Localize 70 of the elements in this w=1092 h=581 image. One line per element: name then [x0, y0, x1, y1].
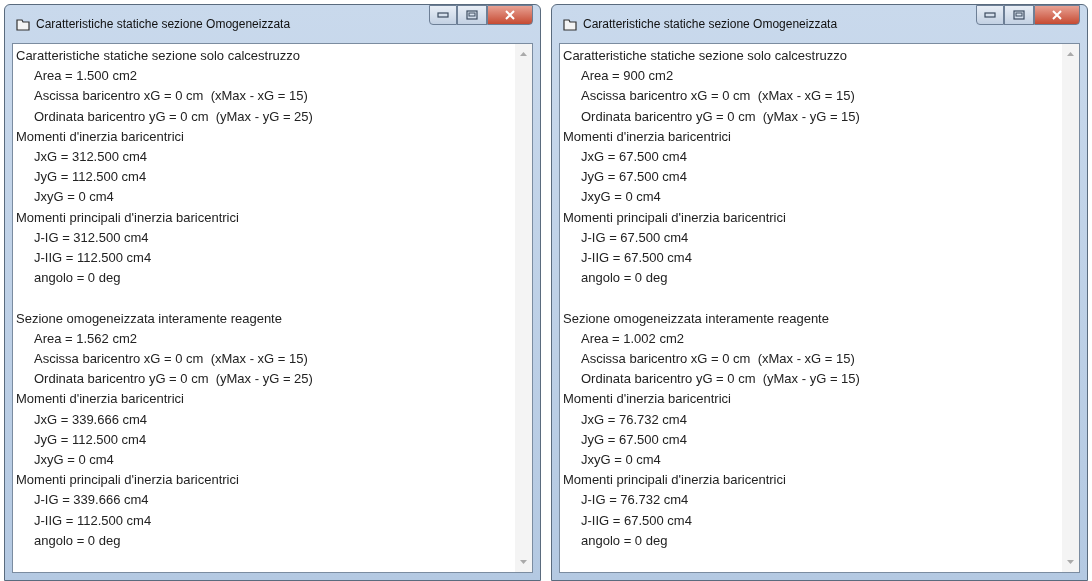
result-line: JxyG = 0 cm4: [33, 188, 115, 207]
maximize-button[interactable]: [1004, 5, 1034, 25]
section-heading: Momenti d'inerzia baricentrici: [16, 127, 185, 146]
result-line: angolo = 0 deg: [33, 531, 122, 550]
minimize-button[interactable]: [429, 5, 457, 25]
scroll-up-icon[interactable]: [1067, 52, 1074, 56]
section-heading: Caratteristiche statiche sezione solo calcestruzzo: [563, 47, 848, 65]
scrollbar[interactable]: [515, 44, 532, 572]
result-line: Ascissa baricentro xG = 0 cm (xMax - xG = 15): [580, 350, 856, 369]
result-line: Ordinata baricentro yG = 0 cm (yMax - yG = 15): [580, 107, 861, 126]
result-line: angolo = 0 deg: [580, 269, 669, 288]
section-heading: Sezione omogeneizzata interamente reagente: [16, 309, 283, 328]
result-line: J-IIG = 67.500 cm4: [580, 511, 693, 530]
result-line: Area = 1.562 cm2: [33, 329, 138, 348]
result-line: Area = 1.500 cm2: [33, 67, 138, 86]
scroll-down-icon[interactable]: [1067, 560, 1074, 564]
result-line: J-IIG = 112.500 cm4: [33, 511, 153, 530]
maximize-button[interactable]: [457, 5, 487, 25]
section-heading: Momenti principali d'inerzia baricentrici: [563, 208, 787, 227]
result-line: JxG = 76.732 cm4: [580, 410, 688, 429]
result-line: JxG = 312.500 cm4: [33, 148, 149, 166]
result-line: JxG = 67.500 cm4: [580, 148, 688, 166]
result-line: Area = 1.002 cm2: [580, 329, 685, 348]
window-title: Caratteristiche statiche sezione Omogeneizzata: [583, 17, 839, 31]
result-line: JyG = 112.500 cm4: [33, 168, 148, 187]
window-icon: [16, 17, 30, 31]
section-heading: Momenti d'inerzia baricentrici: [563, 390, 732, 409]
maximize-icon: [466, 10, 478, 20]
result-line: Ordinata baricentro yG = 0 cm (yMax - yG = 25): [33, 107, 314, 126]
section-heading: Sezione omogeneizzata interamente reagente: [563, 309, 830, 328]
result-line: JyG = 112.500 cm4: [33, 430, 148, 449]
result-line: J-IIG = 67.500 cm4: [580, 249, 693, 268]
scroll-up-icon[interactable]: [520, 52, 527, 56]
close-button[interactable]: [1034, 5, 1080, 25]
window-icon: [563, 17, 577, 31]
result-line: JyG = 67.500 cm4: [580, 168, 688, 187]
result-line: Ordinata baricentro yG = 0 cm (yMax - yG = 25): [33, 370, 314, 389]
section-heading: Caratteristiche statiche sezione solo calcestruzzo: [16, 47, 301, 65]
result-line: Ascissa baricentro xG = 0 cm (xMax - xG = 15): [33, 350, 309, 369]
result-line: J-IIG = 112.500 cm4: [33, 249, 153, 268]
result-line: Area = 900 cm2: [580, 67, 675, 86]
result-line: Ascissa baricentro xG = 0 cm (xMax - xG = 15): [580, 87, 856, 106]
result-line: Ascissa baricentro xG = 0 cm (xMax - xG = 15): [33, 87, 309, 106]
result-line: Ordinata baricentro yG = 0 cm (yMax - yG = 15): [580, 370, 861, 389]
result-line: JxG = 339.666 cm4: [33, 410, 149, 429]
section-heading: Momenti principali d'inerzia baricentrici: [563, 471, 787, 490]
result-line: J-IG = 67.500 cm4: [580, 228, 690, 247]
result-line: JxyG = 0 cm4: [580, 451, 662, 470]
result-line: JxyG = 0 cm4: [33, 451, 115, 470]
result-line: angolo = 0 deg: [33, 269, 122, 288]
scrollbar[interactable]: [1062, 44, 1079, 572]
result-line: J-IG = 76.732 cm4: [580, 491, 690, 510]
window-title: Caratteristiche statiche sezione Omogeneizzata: [36, 17, 292, 31]
result-line: J-IG = 312.500 cm4: [33, 228, 150, 247]
close-icon: [1051, 10, 1063, 20]
scroll-down-icon[interactable]: [520, 560, 527, 564]
close-icon: [504, 10, 516, 20]
section-heading: Momenti d'inerzia baricentrici: [563, 127, 732, 146]
result-line: angolo = 0 deg: [580, 531, 669, 550]
section-heading: Momenti principali d'inerzia baricentrici: [16, 471, 240, 490]
result-line: JxyG = 0 cm4: [580, 188, 662, 207]
minimize-icon: [984, 12, 996, 18]
section-heading: Momenti d'inerzia baricentrici: [16, 390, 185, 409]
section-heading: Momenti principali d'inerzia baricentrici: [16, 208, 240, 227]
close-button[interactable]: [487, 5, 533, 25]
result-line: JyG = 67.500 cm4: [580, 430, 688, 449]
result-line: J-IG = 339.666 cm4: [33, 491, 150, 510]
minimize-icon: [437, 12, 449, 18]
minimize-button[interactable]: [976, 5, 1004, 25]
maximize-icon: [1013, 10, 1025, 20]
